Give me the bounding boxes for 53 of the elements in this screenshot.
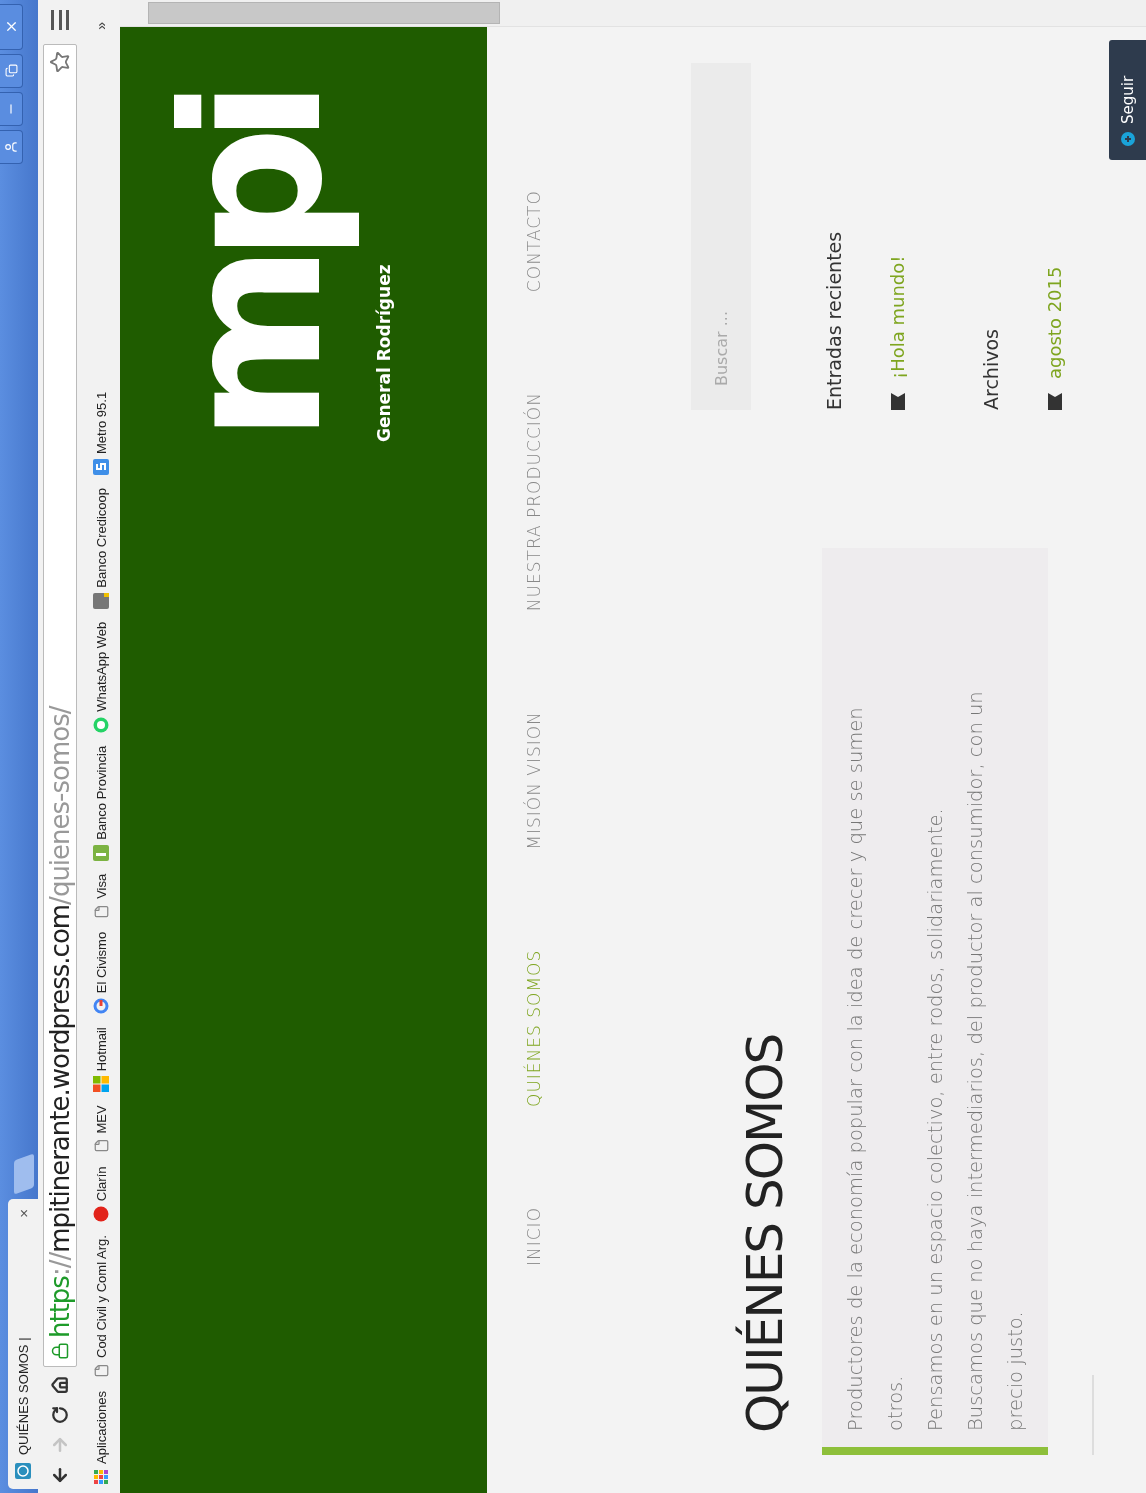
wordpress-icon: [15, 1463, 31, 1479]
page-title: QUIÉNES SOMOS: [736, 1033, 794, 1433]
quote-paragraph: Productores de la economía popular con la idea de crecer y que se sumen otros.: [843, 706, 908, 1431]
star-icon[interactable]: [49, 51, 71, 73]
bank-logo-icon: [93, 844, 109, 861]
quote-paragraph: Buscamos que no haya intermediarios, del productor al consumidor, con un precio justo.: [963, 690, 1028, 1431]
forward-icon: [50, 1435, 70, 1455]
tab-title: QUIÉNES SOMOS |: [15, 1336, 31, 1455]
follow-button[interactable]: Seguir: [1109, 40, 1146, 160]
profile-button[interactable]: [0, 130, 23, 164]
bookmark[interactable]: Metro 95.1: [93, 391, 109, 475]
bookmark[interactable]: Aplicaciones: [93, 1391, 109, 1485]
reload-icon: [51, 1406, 69, 1424]
browser-tab[interactable]: QUIÉNES SOMOS | ×: [8, 1199, 38, 1489]
page-icon: [93, 1363, 109, 1378]
quote-paragraph: Pensamos en un espacio colectivo, entre rodos, solidariamente.: [923, 807, 948, 1431]
flag-icon: [1047, 393, 1062, 410]
site-logo[interactable]: mpi: [140, 76, 368, 442]
user-icon: [4, 140, 18, 154]
windows-icon: [93, 1076, 109, 1093]
plus-circle-icon: [1121, 132, 1135, 146]
bookmark[interactable]: WhatsApp Web: [93, 621, 109, 733]
close-button[interactable]: [0, 4, 23, 50]
back-icon: [50, 1465, 70, 1485]
page-icon: [93, 1138, 109, 1154]
bookmark[interactable]: Visa: [93, 873, 109, 919]
lock-icon: [51, 1342, 69, 1360]
restore-button[interactable]: [0, 54, 23, 88]
bookmark[interactable]: Clarín: [93, 1166, 109, 1223]
minimize-button[interactable]: [0, 92, 23, 126]
circle-logo-icon: [93, 1206, 109, 1223]
home-icon: [51, 1376, 69, 1394]
apps-icon: [93, 1469, 109, 1485]
s-logo-icon: [93, 459, 109, 475]
tab-close[interactable]: ×: [14, 1209, 32, 1218]
g-ring-icon: [93, 998, 109, 1015]
widget-title: Archivos: [980, 328, 1002, 410]
bookmark[interactable]: MEV: [93, 1105, 109, 1154]
bookmark[interactable]: Banco Provincia: [93, 745, 109, 861]
flag-icon: [890, 393, 905, 410]
scrollbar[interactable]: [120, 0, 1146, 27]
bookmark[interactable]: El Civismo: [93, 931, 109, 1015]
widget-title: Entradas recientes: [823, 230, 845, 410]
bookmarks-overflow[interactable]: »: [93, 22, 109, 30]
site-tagline: General Rodríguez: [374, 264, 394, 442]
bookmark[interactable]: Hotmail: [93, 1027, 109, 1093]
bookmark[interactable]: Banco Credicoop: [93, 488, 109, 609]
bookmark[interactable]: Cod Civil y Coml Arg.: [93, 1235, 109, 1378]
page-icon: [93, 903, 109, 919]
restore-icon: [4, 64, 18, 78]
menu-icon[interactable]: [51, 10, 69, 30]
url-field[interactable]: https://mpitinerante.wordpress.com/quienes-somos/: [43, 44, 77, 1367]
search-field[interactable]: Buscar ...: [691, 63, 751, 410]
